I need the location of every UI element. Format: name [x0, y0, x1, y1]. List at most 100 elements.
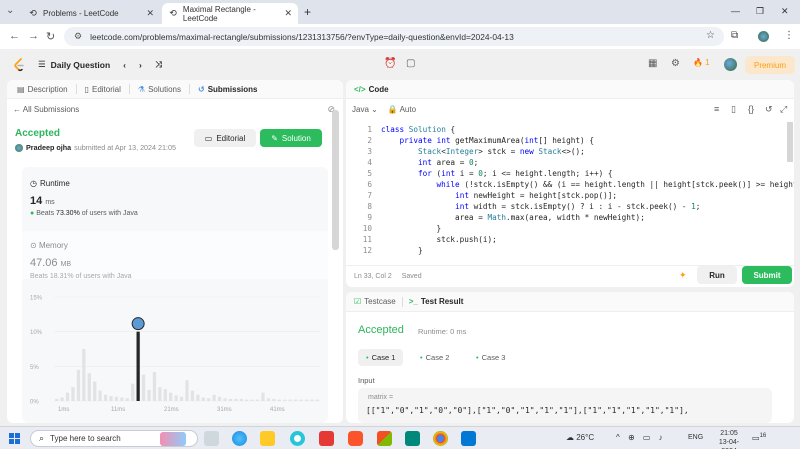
distribution-bar[interactable] — [103, 394, 108, 401]
outlook-icon[interactable] — [461, 431, 476, 446]
distribution-bar[interactable] — [76, 369, 81, 401]
distribution-bar[interactable] — [158, 387, 162, 401]
distribution-bar[interactable] — [82, 349, 86, 401]
run-button[interactable]: Run — [697, 266, 737, 284]
code-editor[interactable]: 1 class Solution {2 private int getMaximu… — [346, 120, 794, 257]
store-icon[interactable] — [377, 431, 392, 446]
windows-start-icon[interactable] — [9, 433, 20, 444]
tab-description[interactable]: ▤ Description — [13, 85, 72, 94]
profile-avatar-icon[interactable] — [758, 31, 769, 42]
distribution-bar[interactable] — [261, 392, 265, 401]
code-line[interactable]: 12 } — [346, 245, 794, 256]
distribution-bar[interactable] — [283, 399, 287, 401]
brave-icon[interactable] — [348, 431, 363, 446]
submitter-name[interactable]: Pradeep ojha — [26, 143, 71, 152]
code-line[interactable]: 1 class Solution { — [346, 124, 794, 135]
debug-icon[interactable]: ✦ — [679, 270, 687, 281]
distribution-bar[interactable] — [65, 392, 70, 401]
submit-button[interactable]: Submit — [742, 266, 792, 284]
distribution-bar[interactable] — [201, 397, 205, 401]
code-line[interactable]: 11 stck.push(i); — [346, 234, 794, 245]
settings-gear-icon[interactable]: ⚙ — [671, 58, 680, 69]
distribution-bar[interactable] — [163, 389, 167, 401]
code-line[interactable]: 4 int area = 0; — [346, 157, 794, 168]
language-indicator[interactable]: ENG — [688, 434, 703, 441]
next-question-icon[interactable]: › — [139, 60, 142, 70]
close-window-icon[interactable]: ✕ — [781, 6, 789, 17]
reset-icon[interactable]: ↺ — [765, 104, 773, 115]
distribution-bar[interactable] — [120, 397, 124, 401]
format-icon[interactable]: ≡ — [714, 104, 719, 114]
distribution-bar[interactable] — [228, 398, 233, 401]
code-line[interactable]: 8 int width = stck.isEmpty() ? i : i - s… — [346, 201, 794, 212]
minimize-icon[interactable]: — — [731, 6, 740, 16]
distribution-bar[interactable] — [315, 399, 319, 401]
code-scrollbar[interactable] — [787, 122, 793, 162]
your-runtime-bar[interactable] — [136, 331, 140, 401]
bookmark-icon[interactable]: ▯ — [731, 104, 736, 115]
distribution-bar[interactable] — [272, 398, 276, 401]
left-scrollbar[interactable] — [332, 110, 339, 250]
tab-problems[interactable]: ⟲ Problems - LeetCode ✕ — [22, 3, 160, 24]
auto-mode-toggle[interactable]: 🔒 Auto — [388, 105, 416, 114]
pdf-app-icon[interactable] — [319, 431, 334, 446]
timer-icon[interactable]: ⏰ — [384, 58, 396, 69]
clock[interactable]: 21:05 13-04-2024 — [714, 429, 744, 449]
distribution-bar[interactable] — [152, 371, 157, 401]
prev-question-icon[interactable]: ‹ — [123, 60, 126, 70]
site-info-icon[interactable]: ⚙ — [74, 31, 82, 42]
distribution-bar[interactable] — [234, 398, 238, 401]
distribution-bar[interactable] — [266, 398, 271, 401]
distribution-bar[interactable] — [141, 374, 146, 401]
distribution-bar[interactable] — [299, 399, 303, 401]
distribution-bar[interactable] — [190, 390, 195, 401]
user-avatar[interactable] — [724, 58, 737, 71]
distribution-bar[interactable] — [255, 399, 260, 401]
tab-testcase[interactable]: ☑ Testcase — [354, 297, 396, 306]
reload-icon[interactable]: ↻ — [46, 30, 55, 43]
distribution-bar[interactable] — [114, 396, 119, 401]
file-explorer-icon[interactable] — [260, 431, 275, 446]
distribution-bar[interactable] — [310, 399, 314, 401]
code-line[interactable]: 7 int newHeight = height[stck.pop()]; — [346, 190, 794, 201]
distribution-bar[interactable] — [288, 399, 292, 401]
restore-icon[interactable]: ❐ — [756, 6, 764, 17]
code-line[interactable]: 5 for (int i = 0; i <= height.length; i+… — [346, 168, 794, 179]
search-highlight-icon[interactable] — [160, 432, 186, 446]
tab-submissions[interactable]: ↺ Submissions — [194, 85, 262, 94]
tab-editorial[interactable]: ▯ Editorial — [81, 85, 125, 94]
distribution-bar[interactable] — [217, 396, 222, 401]
distribution-bar[interactable] — [109, 396, 113, 401]
tab-test-result[interactable]: >_ Test Result — [409, 297, 464, 306]
distribution-bar[interactable] — [125, 398, 129, 401]
tab-solutions[interactable]: ⚗ Solutions — [134, 85, 185, 94]
back-icon[interactable]: ← — [9, 30, 20, 42]
browser-menu-icon[interactable]: ⋮ — [784, 30, 794, 41]
task-view-icon[interactable] — [204, 431, 219, 446]
fullscreen-icon[interactable]: ⤢ — [780, 104, 787, 115]
distribution-bar[interactable] — [93, 381, 97, 401]
distribution-bar[interactable] — [174, 395, 178, 401]
cortana-icon[interactable] — [290, 431, 305, 446]
all-submissions-link[interactable]: ← All Submissions — [13, 105, 79, 114]
leetcode-logo-icon[interactable] — [13, 58, 25, 72]
distribution-bar[interactable] — [277, 399, 281, 401]
code-line[interactable]: 3 Stack<Integer> stck = new Stack<>(); — [346, 146, 794, 157]
language-select[interactable]: Java ⌄ — [352, 105, 378, 114]
tab-search-icon[interactable]: ⌄ — [6, 5, 14, 16]
distribution-bar[interactable] — [293, 399, 298, 401]
layout-icon[interactable]: ▦ — [648, 58, 657, 69]
runtime-distribution-chart[interactable]: 15% 10% 5% 0% 1ms 11ms 21ms 31ms 41ms — [28, 289, 326, 419]
forward-icon[interactable]: → — [28, 30, 39, 42]
distribution-bar[interactable] — [60, 397, 64, 401]
distribution-bar[interactable] — [55, 398, 59, 401]
app-icon[interactable] — [405, 431, 420, 446]
url-field[interactable]: ⚙ leetcode.com/problems/maximal-rectangl… — [64, 27, 724, 46]
new-tab-button[interactable]: + — [304, 5, 311, 19]
distribution-bar[interactable] — [207, 398, 211, 401]
premium-button[interactable]: Premium — [745, 56, 795, 74]
streak-fire-icon[interactable]: 🔥 1 — [693, 58, 710, 67]
chrome-icon[interactable] — [433, 431, 448, 446]
your-submission-marker[interactable] — [131, 317, 145, 331]
editorial-button[interactable]: ▭ Editorial — [194, 129, 256, 147]
